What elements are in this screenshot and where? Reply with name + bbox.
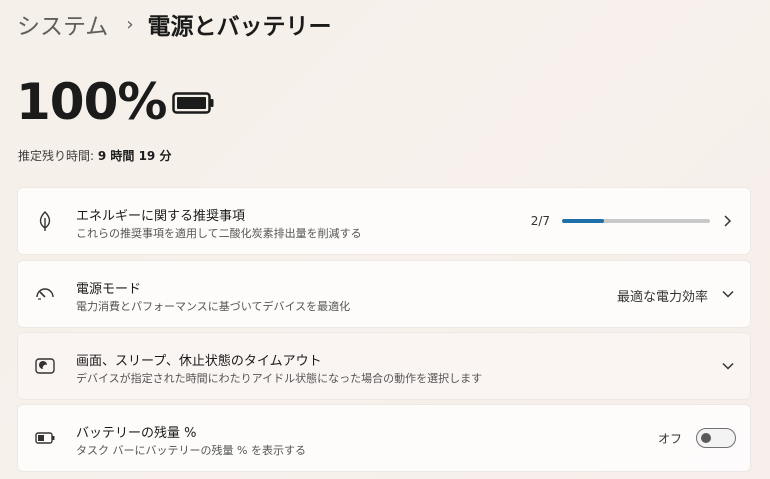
remaining-time: 推定残り時間: 9 時間 19 分 [18,147,171,164]
screen-sleep-desc: デバイスが指定された時間にわたりアイドル状態になった場合の動作を選択します [76,372,483,385]
battery-percent-toggle[interactable] [696,428,736,448]
battery-percent-title: バッテリーの残量 % [76,426,197,441]
toggle-state-label: オフ [657,432,682,446]
power-mode-gauge-icon [36,288,54,300]
toggle-knob [701,433,711,443]
breadcrumb: システム › 電源とバッテリー [17,7,332,41]
screen-sleep-title: 画面、スリープ、休止状態のタイムアウト [76,354,322,369]
breadcrumb-separator: › [126,13,134,35]
energy-progress: 2/7 [531,214,710,228]
energy-recommendations-title: エネルギーに関する推奨事項 [76,209,246,224]
energy-progress-fill [562,219,605,223]
screen-sleep-card[interactable]: 画面、スリープ、休止状態のタイムアウト デバイスが指定された時間にわたりアイドル… [18,333,750,399]
leaf-icon [39,211,51,231]
battery-saver-icon [35,432,55,444]
battery-percent: 100% [16,73,167,131]
chevron-down-icon[interactable] [722,362,734,370]
energy-progress-bar [562,219,710,223]
power-mode-desc: 電力消費とパフォーマンスに基づいてデバイスを最適化 [76,300,351,313]
breadcrumb-system-link[interactable]: システム [17,7,108,41]
battery-full-icon [172,92,214,114]
power-mode-title: 電源モード [76,282,142,297]
screen-sleep-icon [35,358,55,374]
page-title: 電源とバッテリー [147,14,332,40]
remaining-time-label: 推定残り時間: [18,149,95,163]
energy-progress-count: 2/7 [530,214,550,228]
energy-recommendations-card[interactable]: エネルギーに関する推奨事項 これらの推奨事項を適用して二酸化炭素排出量を削減する… [18,188,750,254]
chevron-right-icon[interactable] [722,215,732,227]
battery-percent-card: バッテリーの残量 % タスク バーにバッテリーの残量 % を表示する オフ [18,405,750,471]
remaining-time-value: 9 時間 19 分 [97,149,172,163]
energy-recommendations-desc: これらの推奨事項を適用して二酸化炭素排出量を削減する [76,227,362,240]
power-mode-card[interactable]: 電源モード 電力消費とパフォーマンスに基づいてデバイスを最適化 最適な電力効率 [18,261,750,327]
chevron-down-icon[interactable] [722,290,734,298]
battery-percent-desc: タスク バーにバッテリーの残量 % を表示する [76,444,306,457]
power-mode-dropdown[interactable]: 最適な電力効率 [617,286,708,305]
